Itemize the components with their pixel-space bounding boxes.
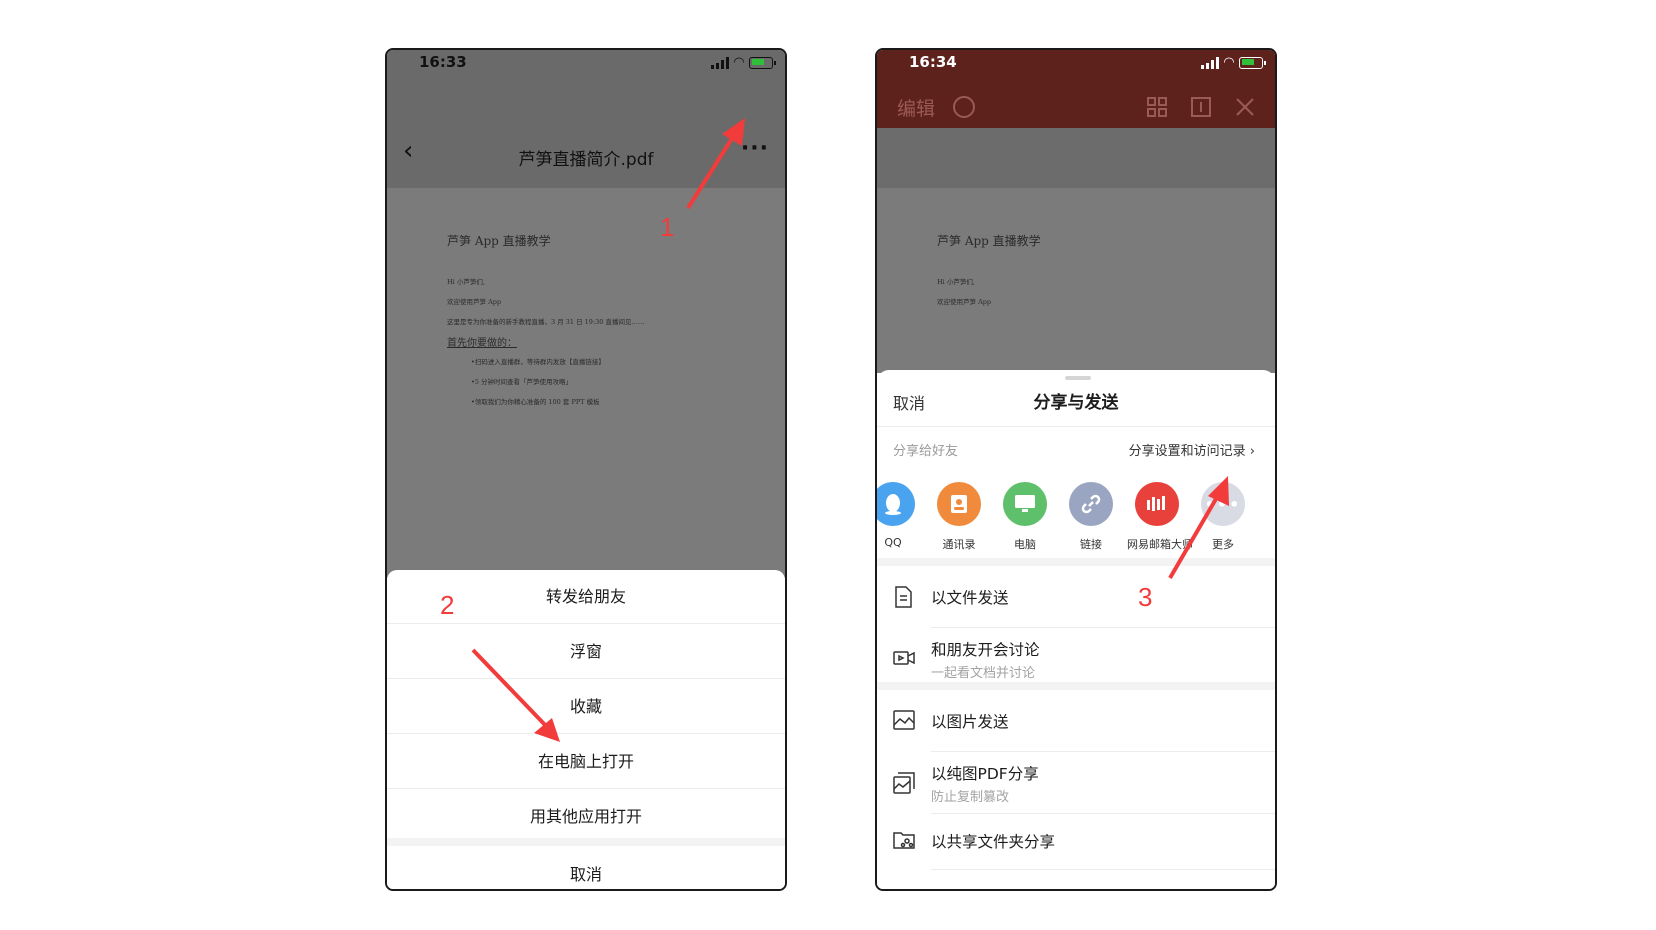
share-as-shared-folder-option[interactable]: 以共享文件夹分享 <box>877 814 1275 870</box>
doc-line: 欢迎使用芦笋 App <box>937 298 992 306</box>
open-on-computer-item[interactable]: 在电脑上打开 <box>387 735 785 789</box>
doc-line: Hi 小芦笋们, <box>937 278 975 286</box>
doc-heading: 芦笋 App 直播教学 <box>447 234 551 248</box>
share-as-image-pdf-option[interactable]: 以纯图PDF分享 防止复制篡改 <box>877 752 1275 814</box>
image-pdf-icon <box>893 772 915 794</box>
app-label: QQ <box>884 536 902 549</box>
signal-icon <box>1201 56 1219 69</box>
doc-heading: 芦笋 App 直播教学 <box>937 234 1041 248</box>
divider <box>877 558 1275 566</box>
share-settings-link[interactable]: 分享设置和访问记录 › <box>1129 440 1255 459</box>
qq-icon <box>877 482 915 526</box>
netease-mail-icon <box>1135 482 1179 526</box>
battery-icon <box>749 56 776 69</box>
computer-icon <box>1003 482 1047 526</box>
status-time: 16:33 <box>419 53 467 71</box>
annotation-step-3: 3 <box>1138 582 1153 612</box>
app-label: 通讯录 <box>942 538 976 551</box>
left-phone-screen: 16:33 ◠ ‹ 芦笋直播简介.pdf ··· 芦笋 App 直播教学 Hi … <box>385 48 787 891</box>
favorite-item[interactable]: 收藏 <box>387 680 785 734</box>
meeting-discuss-option[interactable]: 和朋友开会讨论 一起看文档并讨论 <box>877 628 1275 690</box>
share-to-friends-label: 分享给好友 <box>893 444 959 459</box>
doc-bullet: •扫码进入直播群，等待群内发放【直播链接】 <box>471 358 605 366</box>
video-icon <box>893 648 915 670</box>
option-title: 以图片发送 <box>931 713 1009 731</box>
status-time: 16:34 <box>909 53 957 71</box>
option-subtitle: 防止复制篡改 <box>931 790 1010 805</box>
share-app-netease-mail[interactable]: 网易邮箱大师 <box>1127 482 1193 552</box>
open-with-other-app-item[interactable]: 用其他应用打开 <box>387 790 785 844</box>
share-sheet: 取消 分享与发送 分享给好友 分享设置和访问记录 › QQ 通讯录 电脑 链接 … <box>877 370 1275 889</box>
share-app-link[interactable]: 链接 <box>1061 482 1121 552</box>
wifi-icon: ◠ <box>734 55 744 70</box>
share-app-computer[interactable]: 电脑 <box>995 482 1055 552</box>
share-app-qq[interactable]: QQ <box>877 482 923 549</box>
share-app-contacts[interactable]: 通讯录 <box>929 482 989 552</box>
send-as-file-option[interactable]: 以文件发送 <box>877 566 1275 628</box>
doc-line: 这里是专为你准备的新手教程直播，3 月 31 日 19:30 直播间见…… <box>447 318 645 326</box>
contacts-icon <box>937 482 981 526</box>
edit-button[interactable]: 编辑 <box>897 94 935 121</box>
divider <box>387 838 785 846</box>
annotation-step-1: 1 <box>660 212 675 242</box>
sheet-handle[interactable] <box>1065 376 1091 380</box>
doc-subheading: 首先你要做的： <box>447 338 517 349</box>
document-preview: 芦笋 App 直播教学 Hi 小芦笋们, 欢迎使用芦笋 App 这里是专为你准备… <box>387 188 785 578</box>
battery-icon <box>1239 56 1266 69</box>
signal-icon <box>711 56 729 69</box>
more-icon[interactable]: ··· <box>741 136 769 161</box>
right-phone-screen: 16:34 ◠ 编辑 芦笋 App 直播教学 Hi 小芦笋们, 欢迎使用芦笋 A… <box>875 48 1277 891</box>
shared-folder-icon <box>893 830 915 852</box>
sheet-title: 分享与发送 <box>1033 393 1119 413</box>
share-app-more[interactable]: ••• 更多 <box>1193 482 1253 552</box>
floating-window-item[interactable]: 浮窗 <box>387 625 785 679</box>
option-title: 以共享文件夹分享 <box>931 833 1056 851</box>
doc-line: 欢迎使用芦笋 App <box>447 298 502 306</box>
app-label: 电脑 <box>1014 538 1036 551</box>
annotation-arrows <box>471 118 1229 742</box>
close-icon[interactable] <box>1233 96 1257 120</box>
cancel-button[interactable]: 取消 <box>387 848 785 889</box>
status-bar: 16:33 ◠ <box>387 50 785 78</box>
divider <box>877 682 1275 690</box>
doc-bullet: •领取我们为你精心准备的 100 套 PPT 模板 <box>471 398 600 406</box>
option-title: 和朋友开会讨论 <box>931 641 1040 659</box>
sync-icon[interactable] <box>953 96 975 118</box>
page-title: 芦笋直播简介.pdf <box>518 150 654 170</box>
send-as-image-option[interactable]: 以图片发送 <box>877 690 1275 752</box>
app-label: 链接 <box>1080 538 1102 551</box>
more-icon: ••• <box>1201 482 1245 526</box>
option-title: 以文件发送 <box>931 589 1009 607</box>
share-app-row: QQ 通讯录 电脑 链接 网易邮箱大师 ••• 更多 <box>877 482 1275 562</box>
status-bar: 16:34 ◠ <box>877 50 1275 78</box>
document-preview: 芦笋 App 直播教学 Hi 小芦笋们, 欢迎使用芦笋 App <box>877 188 1275 373</box>
doc-line: Hi 小芦笋们, <box>447 278 485 286</box>
annotation-step-2: 2 <box>440 590 455 620</box>
doc-bullet: •5 分钟时间查看「芦笋使用攻略」 <box>471 378 573 386</box>
app-label: 更多 <box>1212 538 1234 551</box>
option-subtitle: 一起看文档并讨论 <box>931 666 1036 681</box>
wifi-icon: ◠ <box>1224 55 1234 70</box>
link-icon <box>1069 482 1113 526</box>
page-number-icon[interactable] <box>1189 96 1213 120</box>
app-label: 网易邮箱大师 <box>1127 538 1193 551</box>
option-title: 以纯图PDF分享 <box>931 765 1039 783</box>
file-icon <box>893 586 915 608</box>
grid-icon[interactable] <box>1145 96 1169 120</box>
image-icon <box>893 710 915 732</box>
